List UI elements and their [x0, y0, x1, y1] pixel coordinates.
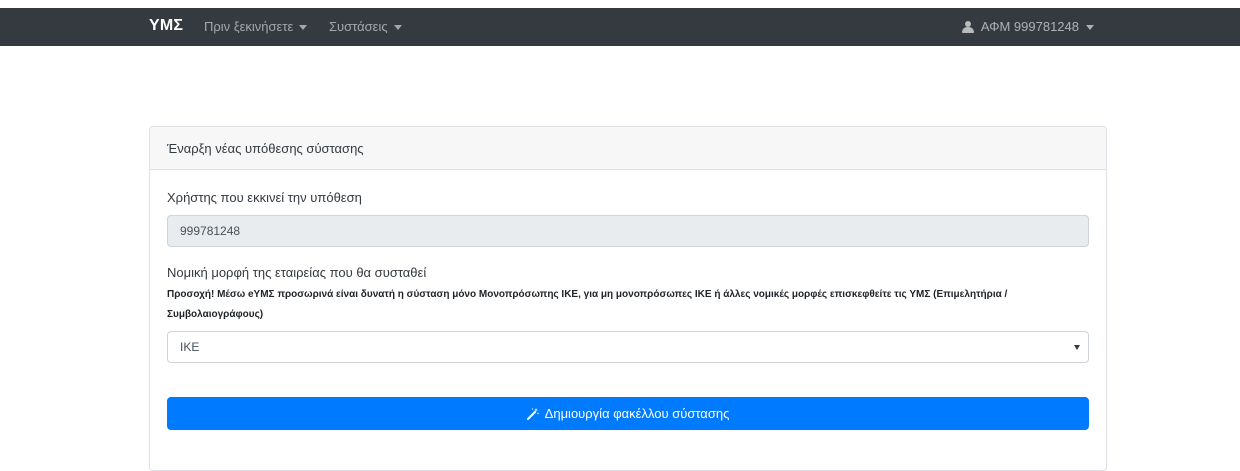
user-menu[interactable]: ΑΦΜ 999781248: [961, 19, 1094, 34]
caret-down-icon: [299, 25, 308, 30]
legal-form-label: Νομική μορφή της εταιρείας που θα συσταθ…: [167, 265, 427, 280]
menu-recommendations-label: Συστάσεις: [329, 19, 388, 34]
new-case-card: Έναρξη νέας υπόθεσης σύστασης Χρήστης πο…: [149, 126, 1107, 471]
user-icon: [961, 20, 974, 33]
legal-form-warning: Προσοχή! Μέσω eΥΜΣ προσωρινά είναι δυνατ…: [167, 289, 1008, 320]
create-case-folder-button[interactable]: Δημιουργία φακέλλου σύστασης: [167, 397, 1089, 430]
magic-wand-icon: [526, 407, 539, 420]
top-navbar: ΥΜΣ Πριν ξεκινήσετε Συστάσεις ΑΦΜ 999781…: [0, 8, 1240, 46]
caret-down-icon: [393, 25, 402, 30]
user-menu-label: ΑΦΜ 999781248: [980, 19, 1079, 34]
caret-down-icon: [1086, 25, 1094, 30]
create-case-folder-label: Δημιουργία φακέλλου σύστασης: [544, 406, 730, 421]
legal-form-selected-value: ΙΚΕ: [180, 340, 200, 354]
initiating-user-value: 999781248: [180, 224, 241, 238]
menu-before-you-start-label: Πριν ξεκινήσετε: [204, 19, 294, 34]
brand-logo[interactable]: ΥΜΣ: [149, 17, 183, 35]
legal-form-select[interactable]: ΙΚΕ: [167, 331, 1089, 363]
initiating-user-label: Χρήστης που εκκινεί την υπόθεση: [167, 190, 362, 205]
card-title: Έναρξη νέας υπόθεσης σύστασης: [167, 140, 364, 156]
menu-before-you-start[interactable]: Πριν ξεκινήσετε: [204, 19, 308, 34]
menu-recommendations[interactable]: Συστάσεις: [329, 19, 402, 34]
card-header: Έναρξη νέας υπόθεσης σύστασης: [150, 127, 1106, 170]
initiating-user-field: 999781248: [167, 215, 1089, 247]
select-caret-icon: [1074, 345, 1080, 350]
